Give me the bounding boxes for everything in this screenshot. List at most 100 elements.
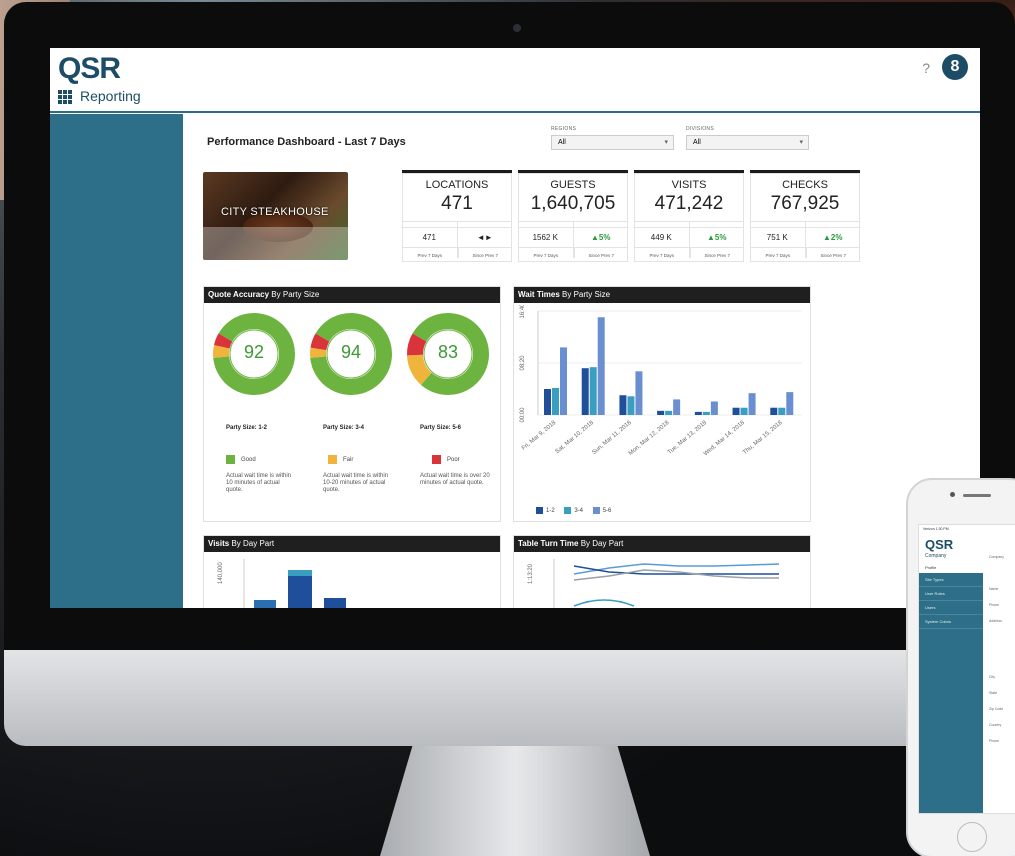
phone-company-nav[interactable]: Company [925,553,946,559]
phone-right-text: City [989,675,996,679]
reporting-nav[interactable]: Reporting [58,88,141,104]
phone-menu-item[interactable]: Site Types [919,573,983,587]
stat-title: LOCATIONS [425,179,489,191]
panel-title: Wait Times [518,290,560,299]
stat-value: 1,640,705 [530,193,616,214]
bar-3-4[interactable] [627,396,635,415]
qsr-logo[interactable]: QSR [58,52,121,86]
visits-chart[interactable]: 140,000 [204,554,500,608]
bar-5-6[interactable] [597,317,605,415]
phone-right-text: Zip Code [989,707,1004,711]
phone-home-button[interactable] [957,822,987,852]
donut-value: 83 [437,342,459,362]
stat-change-caption: Since Prev 7 [573,247,628,258]
regions-select[interactable]: All [551,135,674,150]
phone-profile[interactable]: Profile [925,565,936,570]
visits-bar [254,600,276,608]
y-tick-label: 08:20 [520,355,526,371]
bar-1-2[interactable] [694,411,702,415]
bar-1-2[interactable] [619,395,627,415]
phone-menu-item[interactable]: Users [919,601,983,615]
donut-party-3-4[interactable]: 94 [308,311,394,402]
legend-label: Fair [343,457,354,464]
bar-5-6[interactable] [673,399,681,415]
phone-status-bar: Verizon 1:30 PM [923,527,949,531]
bar-5-6[interactable] [786,392,794,415]
bar-1-2[interactable] [770,407,778,415]
plate-graphic [203,227,348,260]
stat-title: CHECKS [782,179,828,191]
bar-3-4[interactable] [589,367,597,415]
stat-change-caption: Since Prev 7 [805,247,860,258]
apps-grid-icon[interactable] [58,89,72,104]
phone-logo[interactable]: QSR [925,537,953,552]
app-screen: QSR Reporting ? 8 Performance Dashboard … [50,48,980,608]
party-size-label: Party Size: 1-2 [226,425,268,431]
phone-menu-item[interactable]: System Colors [919,615,983,629]
phone-right-text: Phone [989,739,1000,743]
donut-value: 92 [243,342,265,362]
phone-right-text: Address [989,619,1002,623]
legend-desc-poor: Actual wait time is over 20 minutes of a… [420,473,490,487]
phone-camera [950,492,955,497]
divisions-label: DIVISIONS [686,126,714,132]
donut-party-1-2[interactable]: 92 [211,311,297,402]
stat-card-guests[interactable]: GUESTS 1,640,705 1562 K Prev 7 Days ▲5% Si… [518,170,628,262]
panel-title: Visits [208,539,230,548]
stat-card-visits[interactable]: VISITS 471,242 449 K Prev 7 Days ▲5% Since… [634,170,744,262]
bar-5-6[interactable] [748,393,756,415]
y-tick-label: 16:40 [520,305,526,319]
wait-times-chart[interactable]: 00:00 08:20 16:40 Fri, Mar 9, 2018Sat, Mar … [514,305,810,505]
turn-line-2 [573,565,779,575]
bar-3-4[interactable] [778,407,786,415]
panel-title: Quote Accuracy [208,290,270,299]
table-turn-panel: Table Turn Time By Day Part 1:13:20 [513,535,811,608]
bar-1-2[interactable] [581,368,589,415]
legend-swatch [226,455,235,464]
x-tick-label: Wed, Mar 14, 2018 [703,420,746,458]
legend-label: Poor [447,457,460,464]
stat-prev-caption: Prev 7 Days [634,247,689,258]
bar-3-4[interactable] [740,407,748,415]
table-turn-chart[interactable]: 1:13:20 [514,554,810,608]
bar-5-6[interactable] [635,371,643,415]
legend-swatch [536,507,543,514]
bar-3-4[interactable] [702,411,710,415]
bar-5-6[interactable] [710,401,718,415]
x-tick-label: Mon, Mar 12, 2018 [628,420,671,457]
top-bar: QSR Reporting ? 8 [50,48,980,113]
bar-1-2[interactable] [544,389,551,415]
help-icon[interactable]: ? [922,60,930,76]
bar-1-2[interactable] [732,407,740,415]
bar-1-2[interactable] [657,410,665,415]
divisions-select[interactable]: All [686,135,809,150]
phone-menu-item[interactable]: User Roles [919,587,983,601]
legend-desc-fair: Actual wait time is within 10-20 minutes… [323,473,389,494]
stat-card-locations[interactable]: LOCATIONS 471 471 Prev 7 Days ◄► Since Pre… [402,170,512,262]
monitor-stand [380,746,650,856]
bar-5-6[interactable] [560,347,567,415]
phone-right-text: Company [989,555,1004,559]
panel-header: Quote Accuracy By Party Size [204,287,500,303]
phone-right-text: Country [989,723,1002,727]
panel-subtitle: By Party Size [271,290,320,299]
phone-screen: Verizon 1:30 PM QSR Company Profile Site… [918,524,1015,814]
phone-right-text: State [989,691,998,695]
reporting-label: Reporting [80,88,141,104]
stat-change: ▲5% [689,227,744,242]
bar-3-4[interactable] [665,410,673,415]
visits-bar [288,570,312,576]
donut-party-5-6[interactable]: 83 [405,311,491,402]
legend-label: 3-4 [574,508,584,515]
legend-label: 1-2 [546,508,555,515]
phone-device: Verizon 1:30 PM QSR Company Profile Site… [906,478,1015,856]
visits-bar [324,598,346,608]
panel-subtitle: By Party Size [562,290,611,299]
stat-prev-caption: Prev 7 Days [402,247,457,258]
user-avatar-icon[interactable]: 8 [942,54,968,80]
quote-accuracy-panel: Quote Accuracy By Party Size 92 94 83 Pa… [203,286,501,522]
bar-3-4[interactable] [552,387,559,415]
stat-card-checks[interactable]: CHECKS 767,925 751 K Prev 7 Days ▲2% Since… [750,170,860,262]
stat-value: 471,242 [654,193,724,214]
legend-label: Good [241,457,256,464]
